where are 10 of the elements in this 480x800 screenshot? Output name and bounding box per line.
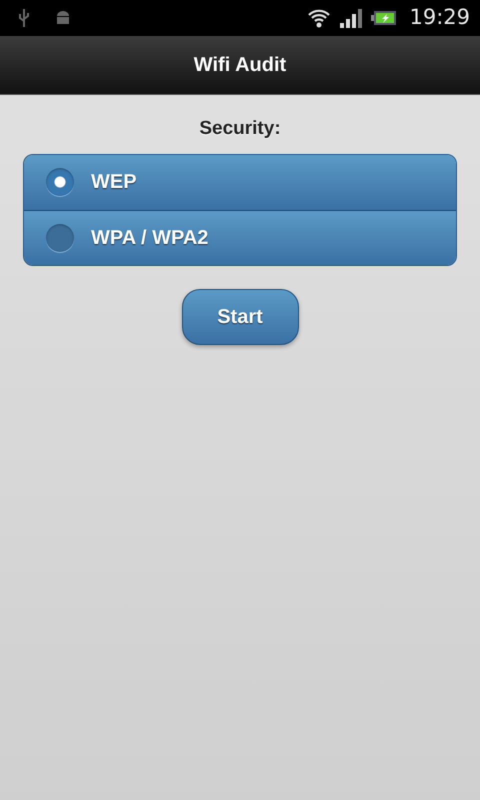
- security-label: Security:: [199, 117, 281, 141]
- battery-icon: [371, 10, 398, 26]
- app-title: Wifi Audit: [194, 53, 286, 78]
- wifi-icon: [307, 8, 332, 28]
- start-button[interactable]: Start: [182, 288, 298, 344]
- signal-icon: [339, 8, 364, 28]
- radio-option[interactable]: WEP: [24, 154, 456, 210]
- status-time: 19:29: [409, 4, 470, 32]
- usb-icon: [18, 9, 30, 27]
- radio-option[interactable]: WPA / WPA2: [24, 210, 456, 264]
